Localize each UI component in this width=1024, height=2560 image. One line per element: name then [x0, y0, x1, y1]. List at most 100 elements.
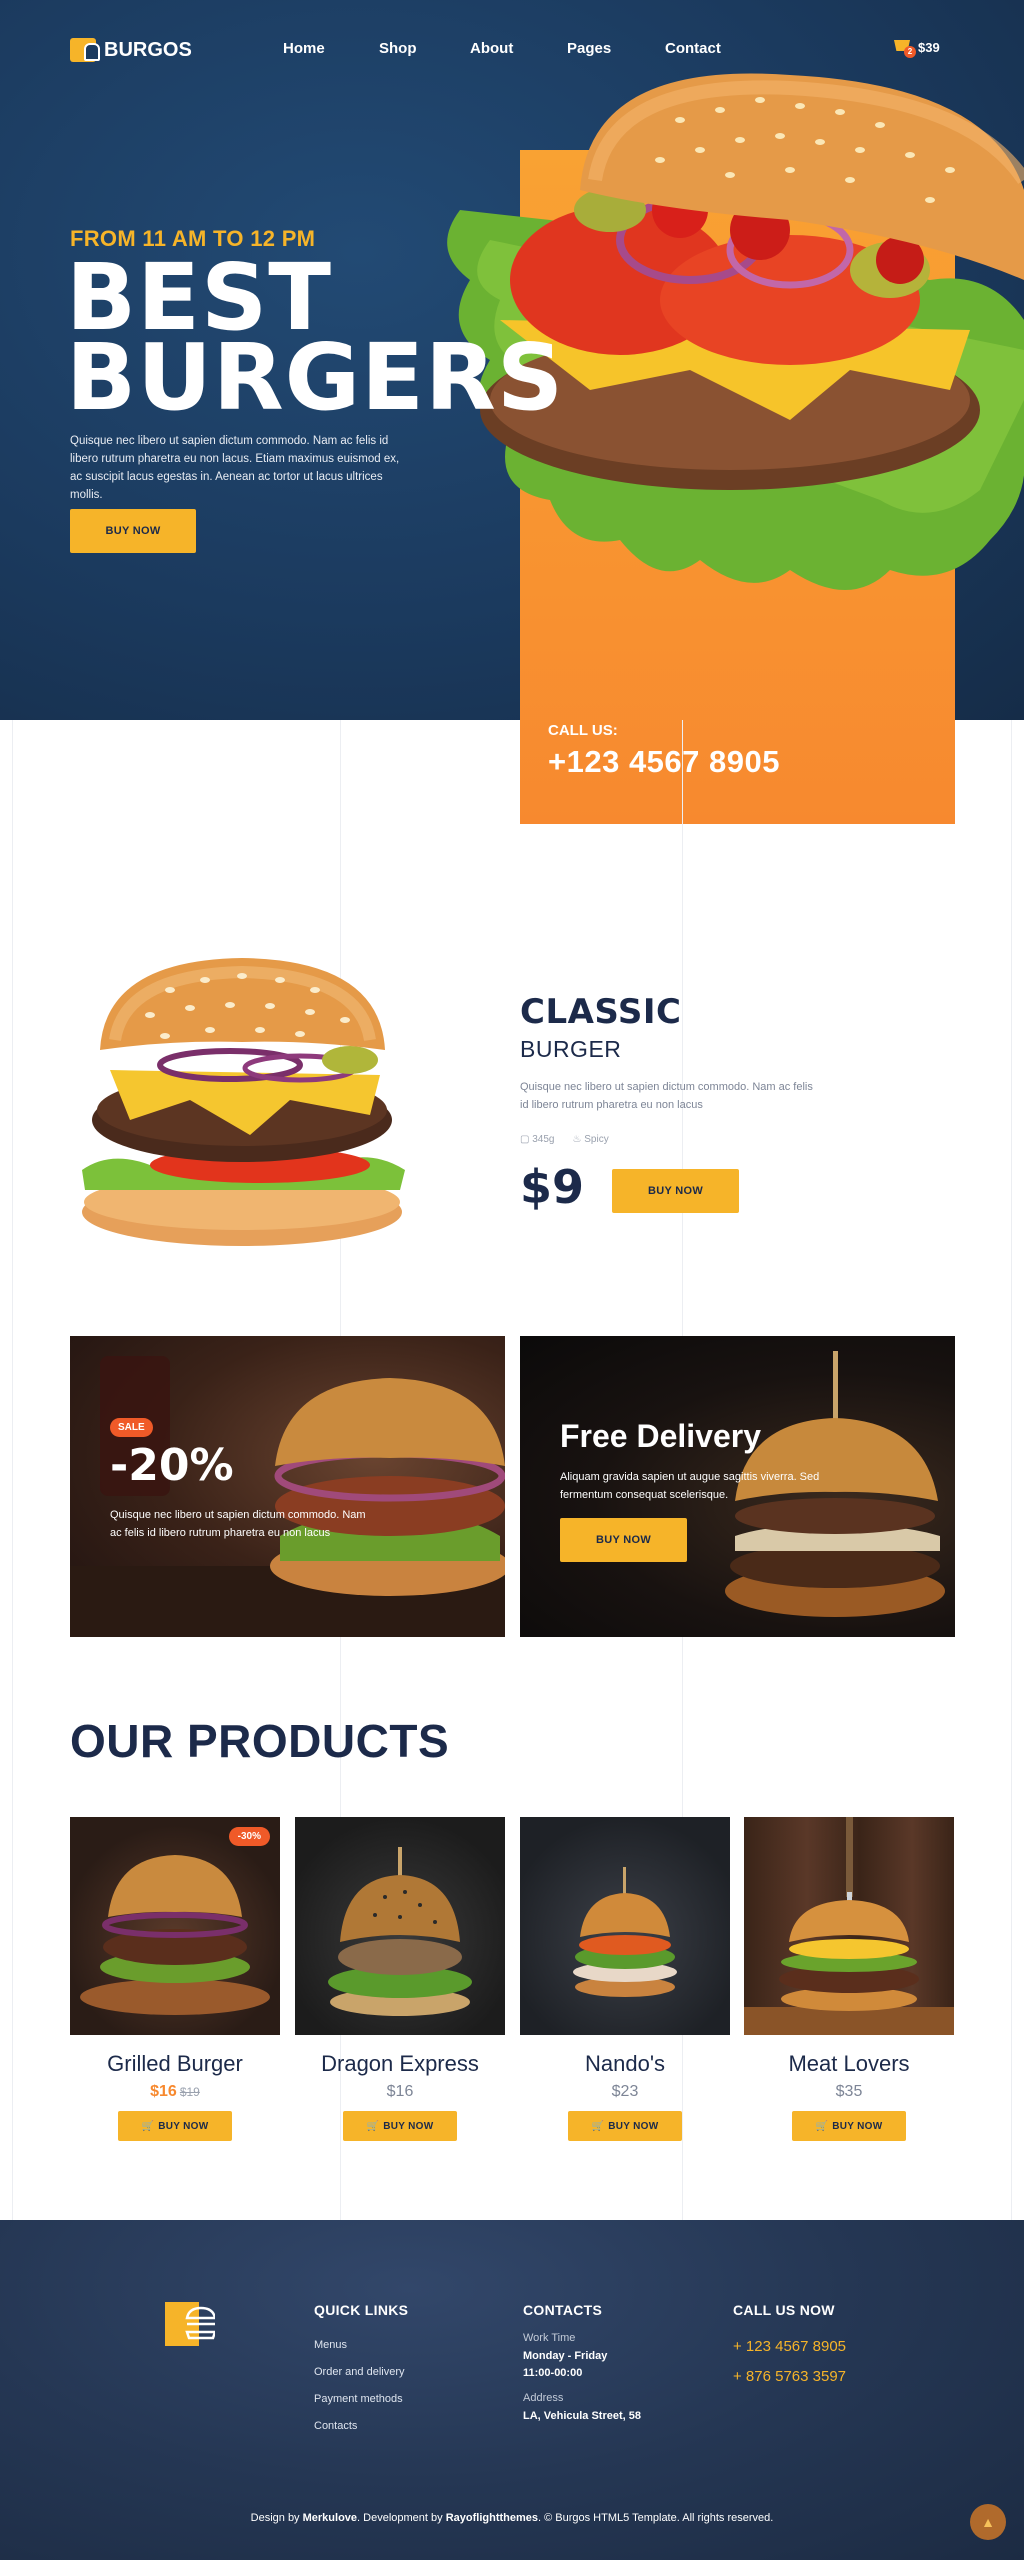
- product-price: $35: [835, 2083, 863, 2100]
- cart-total: $39: [918, 39, 940, 55]
- product-name[interactable]: Grilled Burger: [70, 2051, 280, 2077]
- call-number[interactable]: +123 4567 8905: [548, 744, 780, 780]
- cart-icon: 2: [892, 38, 916, 58]
- work-hours: 11:00-00:00: [523, 2367, 583, 2379]
- cart-button[interactable]: 2 $39: [892, 38, 940, 58]
- product-name[interactable]: Nando's: [520, 2051, 730, 2077]
- product-image[interactable]: [520, 1817, 730, 2035]
- copyright: Design by Merkulove. Development by Rayo…: [0, 2512, 1024, 2524]
- footer-link-menus[interactable]: Menus: [314, 2332, 408, 2359]
- brand-name: BURGOS: [104, 38, 192, 61]
- developer-link[interactable]: Rayoflightthemes: [446, 2512, 538, 2524]
- products-title: OUR PRODUCTS: [70, 1715, 450, 1767]
- footer-link-order[interactable]: Order and delivery: [314, 2359, 408, 2386]
- sale-discount: -20%: [110, 1440, 234, 1491]
- cart-icon: 🛒: [366, 2120, 380, 2132]
- product-card[interactable]: Meat Lovers $35 🛒 BUY NOW: [744, 1817, 954, 2141]
- cart-icon: 🛒: [591, 2120, 605, 2132]
- chevron-up-icon: ▲: [981, 2514, 995, 2530]
- classic-price: $9: [520, 1160, 585, 1214]
- contacts-title: CONTACTS: [523, 2302, 603, 2318]
- buy-label: BUY NOW: [383, 2120, 434, 2132]
- nav-contact[interactable]: Contact: [665, 40, 721, 57]
- nav-pages[interactable]: Pages: [567, 40, 611, 57]
- footer-phone-2[interactable]: + 876 5763 3597: [733, 2362, 846, 2392]
- buy-label: BUY NOW: [158, 2120, 209, 2132]
- price-current: $16: [150, 2083, 177, 2100]
- classic-meta: ▢ 345g ♨ Spicy: [520, 1134, 609, 1145]
- flame-icon: ♨: [572, 1134, 582, 1145]
- product-image[interactable]: [295, 1817, 505, 2035]
- buy-label: BUY NOW: [832, 2120, 883, 2132]
- price-old: $19: [179, 2085, 200, 2099]
- copyright-mid: . Development by: [357, 2512, 446, 2524]
- grid-line: [12, 720, 13, 2220]
- product-card[interactable]: Nando's $23 🛒 BUY NOW: [520, 1817, 730, 2141]
- nav-about[interactable]: About: [470, 40, 513, 57]
- scroll-to-top-button[interactable]: ▲: [970, 2504, 1006, 2540]
- designer-link[interactable]: Merkulove: [303, 2512, 357, 2524]
- product-name[interactable]: Dragon Express: [295, 2051, 505, 2077]
- product-buy-button[interactable]: 🛒 BUY NOW: [568, 2111, 682, 2141]
- product-buy-button[interactable]: 🛒 BUY NOW: [343, 2111, 457, 2141]
- copyright-pre: Design by: [250, 2512, 303, 2524]
- product-price: $23: [611, 2083, 639, 2100]
- contacts-column: CONTACTS Work Time Monday - Friday 11:00-…: [523, 2302, 641, 2435]
- delivery-description: Aliquam gravida sapien ut augue sagittis…: [560, 1471, 820, 1501]
- classic-subtitle: BURGER: [520, 1036, 622, 1062]
- product-buy-button[interactable]: 🛒 BUY NOW: [792, 2111, 906, 2141]
- product-image[interactable]: -30%: [70, 1817, 280, 2035]
- classic-title: CLASSIC: [520, 992, 682, 1032]
- quick-links-column: QUICK LINKS Menus Order and delivery Pay…: [314, 2302, 408, 2440]
- flavor-value: Spicy: [584, 1134, 609, 1145]
- weight-value: 345g: [532, 1134, 555, 1145]
- weight-meta: ▢ 345g: [520, 1134, 554, 1145]
- hero-description: Quisque nec libero ut sapien dictum comm…: [70, 435, 400, 501]
- address-value: LA, Vehicula Street, 58: [523, 2410, 641, 2422]
- product-price: $16: [386, 2083, 414, 2100]
- classic-burger-image: [82, 958, 405, 1246]
- footer-link-contacts[interactable]: Contacts: [314, 2413, 408, 2440]
- delivery-buy-now-button[interactable]: BUY NOW: [560, 1518, 687, 1562]
- buy-label: BUY NOW: [608, 2120, 659, 2132]
- product-price: $16 $19: [70, 2083, 280, 2101]
- footer-phone-1[interactable]: + 123 4567 8905: [733, 2332, 846, 2362]
- call-column: CALL US NOW + 123 4567 8905 + 876 5763 3…: [733, 2302, 846, 2392]
- product-name[interactable]: Meat Lovers: [744, 2051, 954, 2077]
- sale-description: Quisque nec libero ut sapien dictum comm…: [110, 1509, 366, 1539]
- work-days: Monday - Friday: [523, 2350, 608, 2362]
- work-time-value: Monday - Friday 11:00-00:00: [523, 2348, 641, 2382]
- cart-icon: 🛒: [815, 2120, 829, 2132]
- classic-description: Quisque nec libero ut sapien dictum comm…: [520, 1081, 813, 1111]
- bag-icon: ▢: [520, 1134, 530, 1145]
- cart-icon: 🛒: [141, 2120, 155, 2132]
- delivery-title: Free Delivery: [560, 1418, 762, 1454]
- burger-logo-icon: [70, 38, 100, 62]
- footer: [0, 2220, 1024, 2560]
- nav-shop[interactable]: Shop: [379, 40, 417, 57]
- footer-link-payment[interactable]: Payment methods: [314, 2386, 408, 2413]
- product-card[interactable]: -30% Grilled Burger $16 $19 🛒 BUY NOW: [70, 1817, 280, 2141]
- work-time-label: Work Time: [523, 2332, 576, 2344]
- product-buy-button[interactable]: 🛒 BUY NOW: [118, 2111, 232, 2141]
- sale-badge: SALE: [110, 1418, 153, 1437]
- sale-promo-card[interactable]: SALE -20% Quisque nec libero ut sapien d…: [70, 1336, 505, 1637]
- grid-line: [1011, 720, 1012, 2220]
- call-us-title: CALL US NOW: [733, 2302, 835, 2318]
- hero-title: BEST BURGERS: [66, 252, 565, 431]
- delivery-promo-card[interactable]: Free Delivery Aliquam gravida sapien ut …: [520, 1336, 955, 1637]
- address-label: Address: [523, 2392, 564, 2404]
- cart-count-badge: 2: [904, 46, 916, 58]
- flavor-meta: ♨ Spicy: [572, 1134, 608, 1145]
- nav-home[interactable]: Home: [283, 40, 325, 57]
- product-image[interactable]: [744, 1817, 954, 2035]
- classic-buy-now-button[interactable]: BUY NOW: [612, 1169, 739, 1213]
- hero-title-line2: BURGERS: [66, 324, 565, 431]
- quick-links-title: QUICK LINKS: [314, 2302, 409, 2318]
- copyright-post: . © Burgos HTML5 Template. All rights re…: [538, 2512, 774, 2524]
- footer-burger-logo-icon[interactable]: [165, 2302, 215, 2346]
- hero-buy-now-button[interactable]: BUY NOW: [70, 509, 196, 553]
- brand-logo[interactable]: BURGOS: [70, 38, 192, 62]
- discount-badge: -30%: [228, 1827, 270, 1846]
- product-card[interactable]: Dragon Express $16 🛒 BUY NOW: [295, 1817, 505, 2141]
